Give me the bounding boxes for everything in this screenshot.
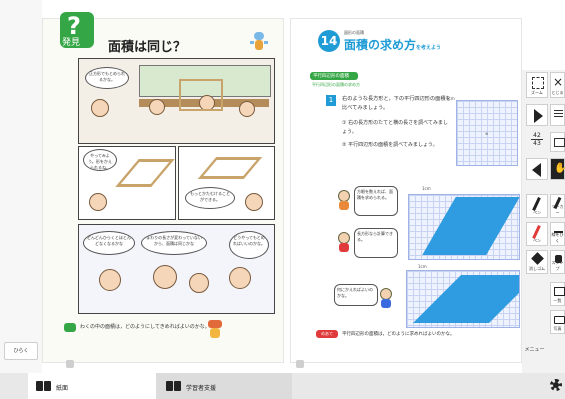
section-label: 平行四辺形の面積 <box>310 72 358 80</box>
menu-button[interactable]: メニュー <box>522 344 547 356</box>
student-speech: 何にかえればよいのかな。 <box>334 284 378 306</box>
tool-palette: ズーム × とじる 42 43 ✋ ペン マーカー ペン 線をひく 消しゴム ス… <box>522 70 565 380</box>
problem-prompt: 右のような長方形と，下の平行四辺形の面積を比べてみましょう。 ① 右の長方形のた… <box>342 95 452 150</box>
parallelogram-grid-1 <box>408 194 520 260</box>
book-icon <box>166 381 182 391</box>
robot-mascot-icon[interactable] <box>250 32 268 54</box>
speech-bubble: もっとかたむけることができる。 <box>185 187 235 209</box>
speech-bubble: やってみよう。形をかえられるね。 <box>83 149 117 171</box>
left-question: わくの中の面積は，どのようにしてきめればよいのかな。 <box>64 322 274 336</box>
tab-front-label: 紙面 <box>56 385 69 392</box>
speech-bubble: どうやってもとめればいいのかな。 <box>229 231 269 259</box>
line-button[interactable]: 線をひく <box>550 222 565 246</box>
camera-button[interactable]: 写真 <box>550 310 565 334</box>
list-icon <box>554 110 563 111</box>
student-avatar <box>380 288 392 308</box>
page-margin-left <box>0 0 42 373</box>
open-button[interactable]: ひらく <box>4 342 38 360</box>
close-button[interactable]: × とじる <box>550 72 565 98</box>
zoom-button[interactable]: ズーム <box>526 72 548 98</box>
right-page-corner[interactable] <box>296 360 304 368</box>
speech-bubble: 正方形でもとめられるかな。 <box>85 67 129 89</box>
red-pen-icon <box>532 225 541 239</box>
play-left-icon <box>532 163 541 177</box>
speech-bubble: まわりの長さが変わっていないから、面積は同じかな <box>141 231 207 255</box>
sub-item-2: ② 平行四辺形の面積を調べてみましょう。 <box>342 142 438 148</box>
page-indicator: 42 43 <box>526 132 548 152</box>
problem-number: 1 <box>326 95 336 106</box>
tab-front[interactable]: 紙面 <box>28 373 156 399</box>
question-text: わくの中の面積は，どのようにしてきめればよいのかな。 <box>80 324 210 330</box>
discovery-badge: ? 発見 <box>60 12 94 48</box>
manga-panel-discussion: どんどんひらくとほとんどなくなるかな まわりの長さが変わっていないから、面積は同… <box>78 224 275 314</box>
gallery-button[interactable]: 一覧 <box>550 282 565 306</box>
next-page-button[interactable] <box>526 104 548 126</box>
student-avatar <box>338 190 350 210</box>
prev-page-button[interactable] <box>526 158 548 180</box>
rectangle-grid: ⊕ <box>456 100 518 166</box>
unit-label: 1cm <box>418 264 427 269</box>
section-subtitle: 平行四辺形の面積の求め方 <box>312 82 360 87</box>
play-right-icon <box>534 109 543 123</box>
title-suffix: を考えよう <box>416 45 442 51</box>
gear-icon[interactable] <box>549 378 563 392</box>
student-speech: 長方形なら計算できる。 <box>354 228 398 258</box>
left-page-corner[interactable] <box>66 360 74 368</box>
camera-icon <box>554 316 565 324</box>
title-main: 面積の求め方 <box>344 38 417 52</box>
pen-icon <box>532 197 541 211</box>
stamp-button[interactable]: スタンプ <box>550 250 565 274</box>
close-icon: × <box>553 75 564 89</box>
right-page-title: 面積の求め方を考えよう <box>344 36 441 53</box>
document-icon <box>554 138 565 147</box>
book-icon <box>36 381 52 391</box>
parallelogram-grid-2 <box>406 270 520 328</box>
goal-text: 平行四辺形の面積は，どのように求めればよいのかな。 <box>342 332 455 337</box>
prompt-main: 右のような長方形と，下の平行四辺形の面積を比べてみましょう。 <box>342 96 451 111</box>
goal-badge: めあて <box>316 330 338 338</box>
marker-button[interactable]: マーカー <box>550 194 565 218</box>
pen-button[interactable]: ペン <box>526 194 548 218</box>
red-pen-button[interactable]: ペン <box>526 222 548 246</box>
tab-teacher[interactable]: 学習者支援 <box>156 373 292 399</box>
left-page-title: 面積は同じ？ <box>108 40 187 55</box>
discovery-label: 発見 <box>62 38 81 48</box>
student-avatar <box>338 232 350 252</box>
gallery-icon <box>554 287 565 296</box>
goal-question: めあて 平行四辺形の面積は，どのように求めればよいのかな。 <box>316 330 516 340</box>
hand-icon: ✋ <box>554 163 565 174</box>
parallelogram-shape <box>413 275 519 323</box>
toc-button[interactable] <box>550 104 565 126</box>
parallelogram-shape <box>422 197 519 255</box>
print-button[interactable] <box>550 132 565 152</box>
chapter-number: 14 <box>318 30 340 52</box>
student-speech: 方眼を数えれば、面積を求められる。 <box>354 186 398 216</box>
hand-tool-button[interactable]: ✋ <box>550 158 565 180</box>
sub-item-1: ① 右の長方形のたてと横の長さを調べてみましょう。 <box>342 120 448 135</box>
tab-teacher-label: 学習者支援 <box>186 385 217 392</box>
manga-panel-classroom: 正方形でもとめられるかな。 <box>78 58 275 144</box>
eraser-icon <box>531 252 544 265</box>
question-badge <box>64 323 76 332</box>
zoom-icon <box>532 77 544 89</box>
unit-label: 1cm <box>446 96 455 101</box>
viewer-canvas: ? 発見 面積は同じ？ 正方形でもとめられるかな。 やってみよう。形をかえられる… <box>0 0 565 399</box>
manga-panel-frame-slant: やってみよう。形をかえられるね。 <box>78 146 176 220</box>
helper-robot-icon[interactable] <box>202 320 230 338</box>
eraser-button[interactable]: 消しゴム <box>526 250 548 274</box>
unit-label: 1cm <box>422 186 431 191</box>
speech-bubble: どんどんひらくとほとんどなくなるかな <box>83 231 135 255</box>
manga-panel-frame-flatter: もっとかたむけることができる。 <box>178 146 275 220</box>
